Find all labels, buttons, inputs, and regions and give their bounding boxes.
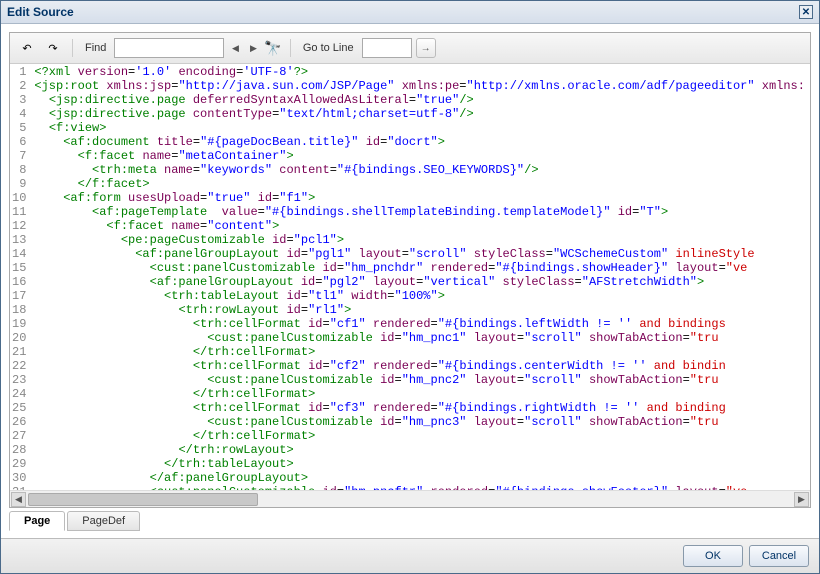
line-number: 2 (12, 79, 26, 93)
redo-icon[interactable]: ↷ (42, 37, 64, 59)
editor-container: ↶ ↷ Find ◀ ▶ 🔭 Go to Line → 123456789101… (9, 32, 811, 508)
code-line[interactable]: <cust:panelCustomizable id="hm_pnc1" lay… (34, 331, 806, 345)
scroll-thumb[interactable] (28, 493, 258, 506)
dialog-title: Edit Source (7, 5, 74, 19)
code-line[interactable]: <trh:cellFormat id="cf3" rendered="#{bin… (34, 401, 806, 415)
code-line[interactable]: <trh:meta name="keywords" content="#{bin… (34, 163, 806, 177)
code-line[interactable]: <jsp:directive.page contentType="text/ht… (34, 107, 806, 121)
code-line[interactable]: </trh:cellFormat> (34, 387, 806, 401)
line-number: 18 (12, 303, 26, 317)
code-line[interactable]: <trh:tableLayout id="tl1" width="100%"> (34, 289, 806, 303)
line-number: 28 (12, 443, 26, 457)
find-prev-icon[interactable]: ◀ (228, 41, 242, 55)
line-number: 23 (12, 373, 26, 387)
code-line[interactable]: </trh:cellFormat> (34, 429, 806, 443)
code-line[interactable]: <trh:cellFormat id="cf1" rendered="#{bin… (34, 317, 806, 331)
line-number: 8 (12, 163, 26, 177)
separator (72, 39, 73, 57)
line-number: 24 (12, 387, 26, 401)
edit-source-dialog: Edit Source ✕ ↶ ↷ Find ◀ ▶ 🔭 Go to Line … (0, 0, 820, 574)
line-number: 20 (12, 331, 26, 345)
binoculars-icon[interactable]: 🔭 (264, 40, 281, 57)
close-icon[interactable]: ✕ (799, 5, 813, 19)
line-number: 17 (12, 289, 26, 303)
line-number: 29 (12, 457, 26, 471)
line-number: 7 (12, 149, 26, 163)
code-line[interactable]: </f:facet> (34, 177, 806, 191)
code-line[interactable]: <cust:panelCustomizable id="hm_pnchdr" r… (34, 261, 806, 275)
line-number: 22 (12, 359, 26, 373)
code-line[interactable]: <pe:pageCustomizable id="pcl1"> (34, 233, 806, 247)
ok-button[interactable]: OK (683, 545, 743, 567)
goto-line-input[interactable] (362, 38, 412, 58)
line-number: 15 (12, 261, 26, 275)
line-number: 27 (12, 429, 26, 443)
line-number: 5 (12, 121, 26, 135)
code-line[interactable]: <af:panelGroupLayout id="pgl2" layout="v… (34, 275, 806, 289)
goto-label: Go to Line (299, 42, 358, 54)
code-line[interactable]: </trh:tableLayout> (34, 457, 806, 471)
line-number: 10 (12, 191, 26, 205)
line-number: 3 (12, 93, 26, 107)
line-number: 11 (12, 205, 26, 219)
code-line[interactable]: </trh:cellFormat> (34, 345, 806, 359)
tab-pagedef[interactable]: PageDef (67, 511, 140, 531)
line-number: 6 (12, 135, 26, 149)
code-line[interactable]: <cust:panelCustomizable id="hm_pnc3" lay… (34, 415, 806, 429)
code-line[interactable]: <af:panelGroupLayout id="pgl1" layout="s… (34, 247, 806, 261)
find-next-icon[interactable]: ▶ (246, 41, 260, 55)
tab-page[interactable]: Page (9, 511, 65, 531)
titlebar: Edit Source ✕ (1, 1, 819, 24)
code-line[interactable]: <trh:rowLayout id="rl1"> (34, 303, 806, 317)
code-line[interactable]: <jsp:root xmlns:jsp="http://java.sun.com… (34, 79, 806, 93)
code-line[interactable]: <af:form usesUpload="true" id="f1"> (34, 191, 806, 205)
code-line[interactable]: </trh:rowLayout> (34, 443, 806, 457)
line-number: 4 (12, 107, 26, 121)
line-number: 13 (12, 233, 26, 247)
code-line[interactable]: <?xml version='1.0' encoding='UTF-8'?> (34, 65, 806, 79)
dialog-footer: OK Cancel (1, 538, 819, 573)
scroll-right-icon[interactable]: ▶ (794, 492, 809, 507)
line-gutter: 1234567891011121314151617181920212223242… (10, 64, 30, 490)
line-number: 21 (12, 345, 26, 359)
line-number: 9 (12, 177, 26, 191)
code-line[interactable]: <f:facet name="content"> (34, 219, 806, 233)
code-line[interactable]: <af:pageTemplate value="#{bindings.shell… (34, 205, 806, 219)
line-number: 19 (12, 317, 26, 331)
code-line[interactable]: <f:facet name="metaContainer"> (34, 149, 806, 163)
line-number: 14 (12, 247, 26, 261)
line-number: 30 (12, 471, 26, 485)
code-line[interactable]: <af:document title="#{pageDocBean.title}… (34, 135, 806, 149)
bottom-tabs: Page PageDef (9, 510, 811, 530)
code-line[interactable]: <trh:cellFormat id="cf2" rendered="#{bin… (34, 359, 806, 373)
code-editor[interactable]: 1234567891011121314151617181920212223242… (10, 64, 810, 490)
code-content[interactable]: <?xml version='1.0' encoding='UTF-8'?><j… (30, 64, 810, 490)
separator (290, 39, 291, 57)
find-input[interactable] (114, 38, 224, 58)
content: ↶ ↷ Find ◀ ▶ 🔭 Go to Line → 123456789101… (1, 24, 819, 538)
line-number: 12 (12, 219, 26, 233)
line-number: 25 (12, 401, 26, 415)
cancel-button[interactable]: Cancel (749, 545, 809, 567)
line-number: 16 (12, 275, 26, 289)
undo-icon[interactable]: ↶ (16, 37, 38, 59)
horizontal-scrollbar[interactable]: ◀ ▶ (10, 490, 810, 507)
code-line[interactable]: <cust:panelCustomizable id="hm_pnc2" lay… (34, 373, 806, 387)
line-number: 26 (12, 415, 26, 429)
code-line[interactable]: <jsp:directive.page deferredSyntaxAllowe… (34, 93, 806, 107)
find-label: Find (81, 42, 110, 54)
code-line[interactable]: <f:view> (34, 121, 806, 135)
code-line[interactable]: </af:panelGroupLayout> (34, 471, 806, 485)
goto-button[interactable]: → (416, 38, 436, 58)
line-number: 1 (12, 65, 26, 79)
toolbar: ↶ ↷ Find ◀ ▶ 🔭 Go to Line → (10, 33, 810, 64)
scroll-left-icon[interactable]: ◀ (11, 492, 26, 507)
